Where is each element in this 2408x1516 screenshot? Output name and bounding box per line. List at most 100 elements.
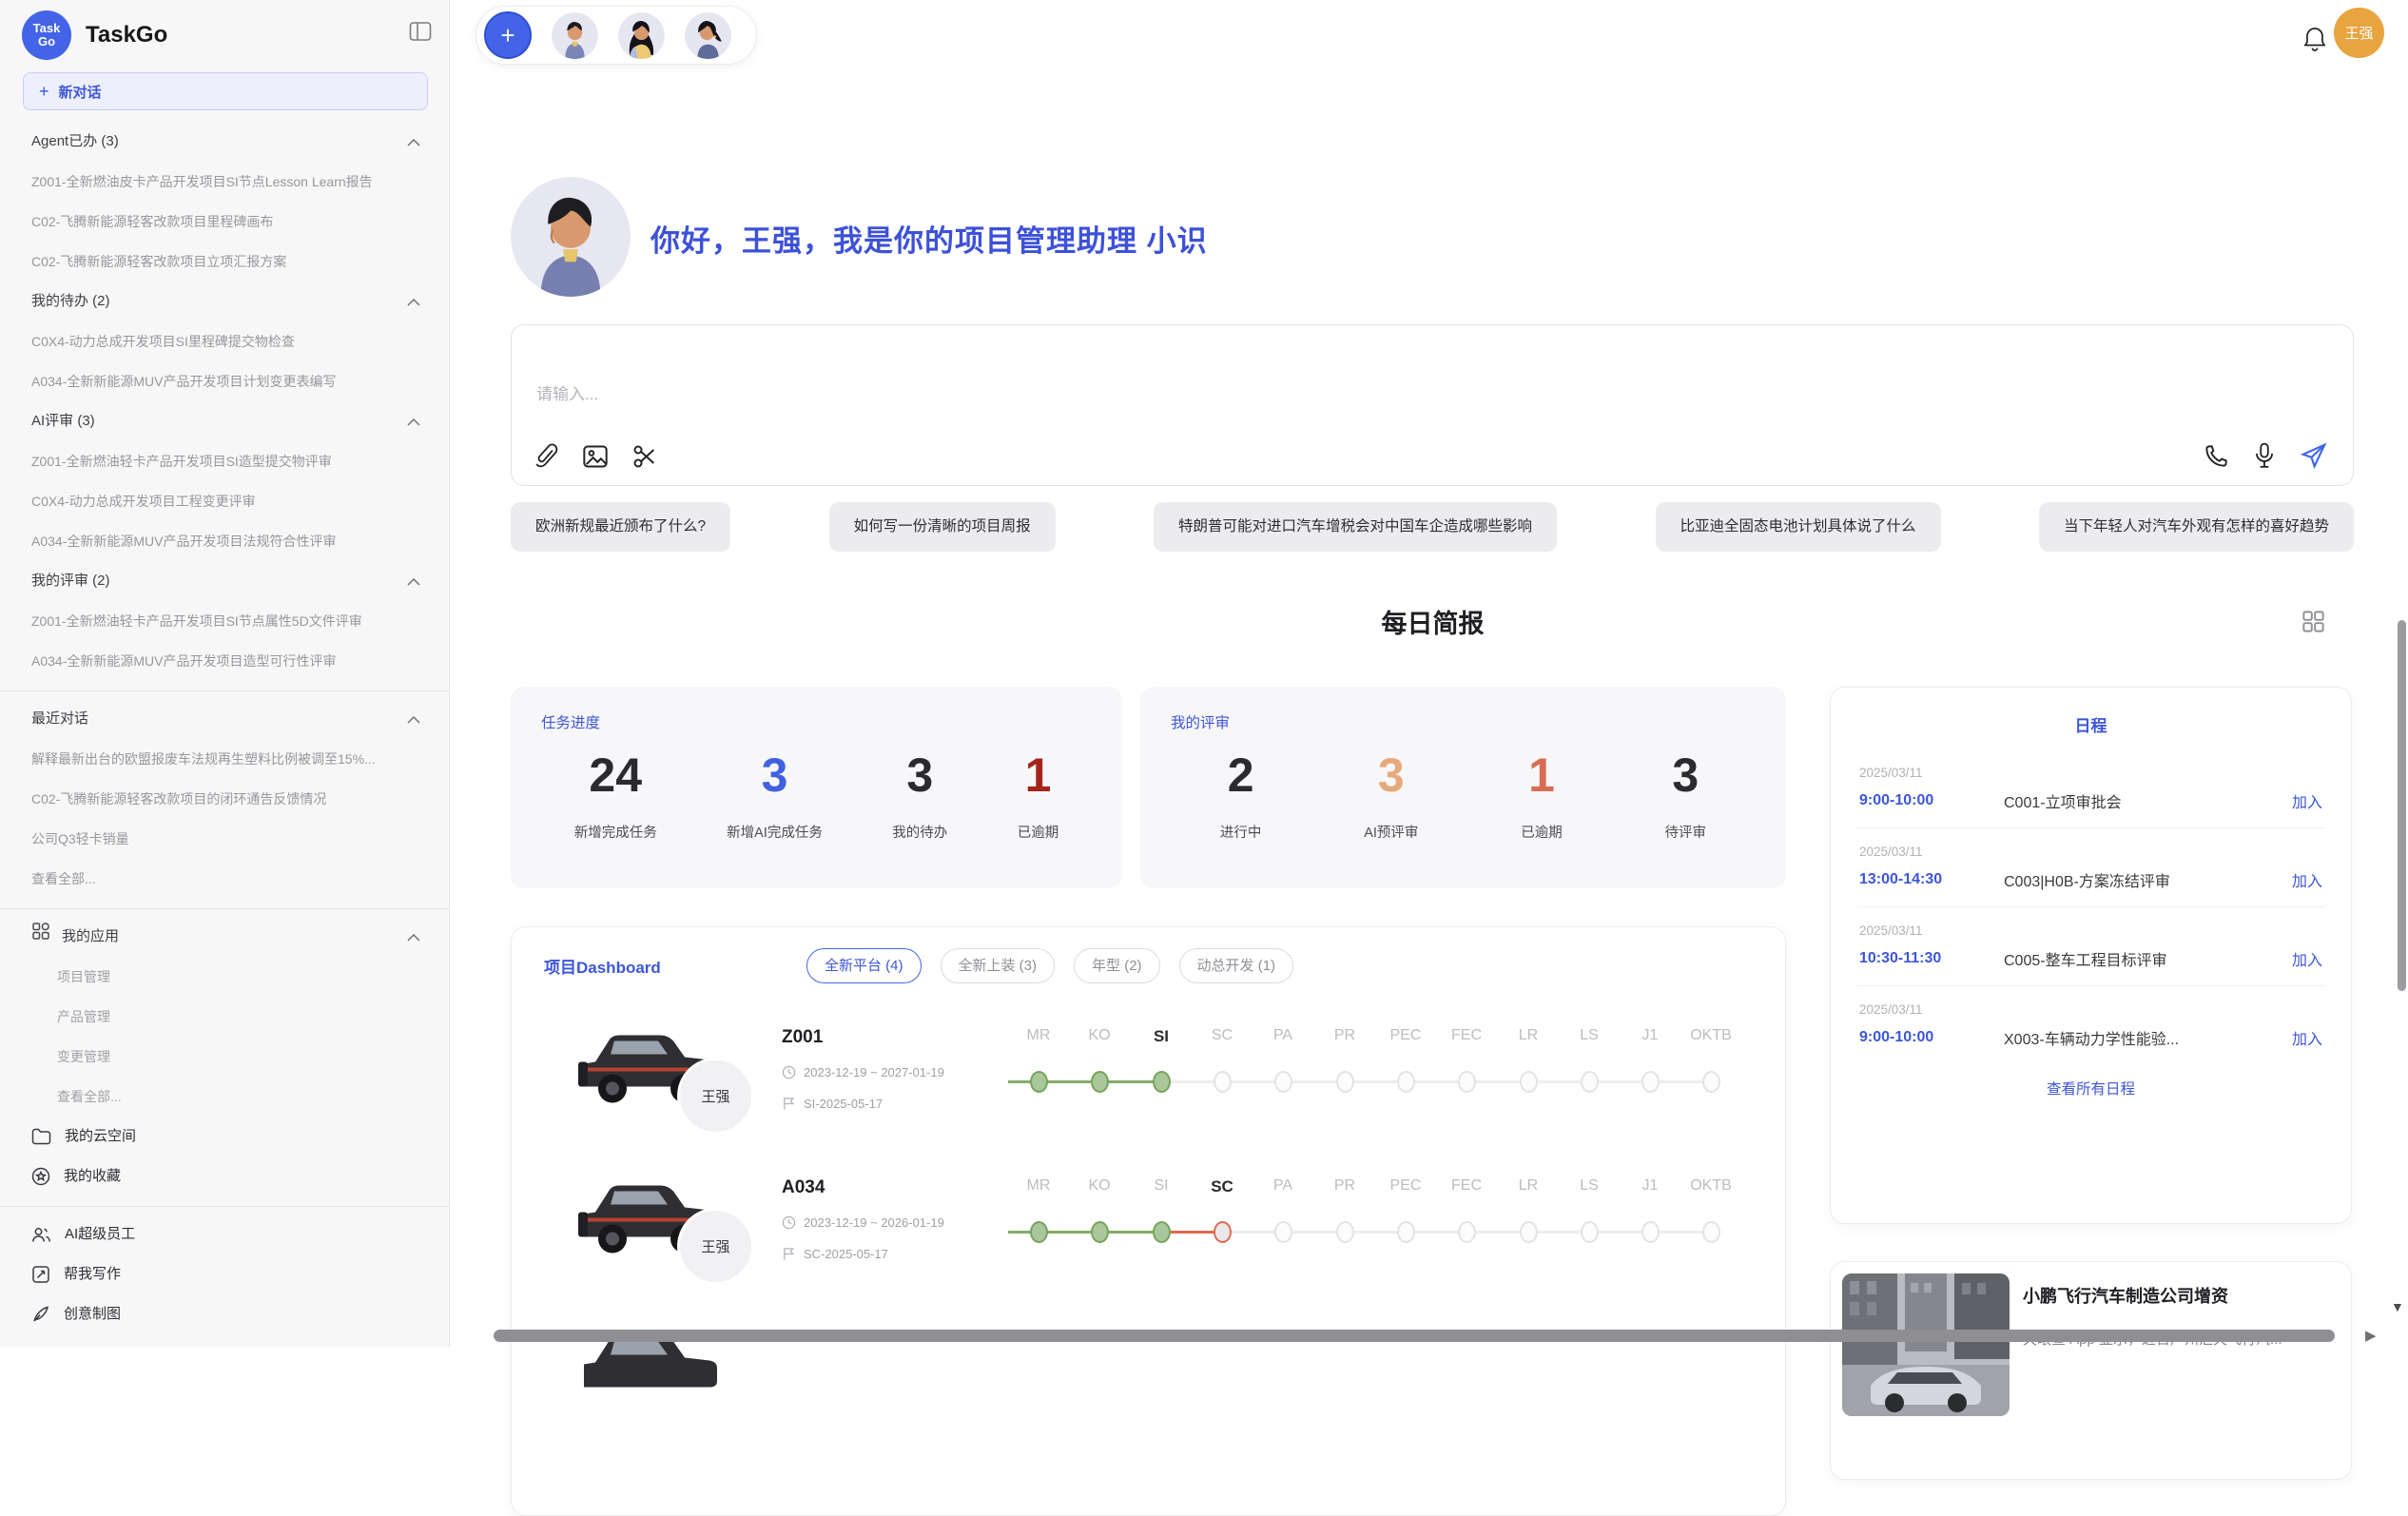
suggestion-chip[interactable]: 当下年轻人对汽车外观有怎样的喜好趋势	[2039, 502, 2354, 552]
filter-chip-powertrain[interactable]: 动总开发 (1)	[1179, 948, 1294, 983]
stat-new-done: 24 新增完成任务	[574, 751, 657, 842]
new-chat-button[interactable]: + 新对话	[23, 72, 428, 110]
sidebar-item-cloud-space[interactable]: 我的云空间	[0, 1117, 449, 1156]
news-card[interactable]: 小鹏飞行汽车制造公司增资 天眼查 App 显示，近日广州汇天飞行汽...	[1830, 1261, 2352, 1480]
suggestion-chip[interactable]: 比亚迪全固态电池计划具体说了什么	[1656, 502, 1941, 552]
recent-view-all[interactable]: 查看全部...	[0, 859, 449, 899]
apps-view-all[interactable]: 查看全部...	[0, 1077, 449, 1117]
filter-chip-new-platform[interactable]: 全新平台 (4)	[806, 948, 922, 983]
section-header-ai-review[interactable]: AI评审 (3)	[0, 401, 449, 441]
section-title: 我的应用	[62, 917, 119, 957]
sidebar-item-favorites[interactable]: 我的收藏	[0, 1156, 449, 1196]
schedule-time: 13:00-14:30	[1859, 871, 2004, 888]
sidebar-item[interactable]: C02-飞腾新能源轻客改款项目里程碑画布	[0, 202, 449, 242]
project-owner-avatar: 王强	[677, 1208, 754, 1285]
card-title: 任务进度	[541, 711, 600, 732]
view-all-schedule-link[interactable]: 查看所有日程	[1831, 1078, 2351, 1098]
app-item-product-mgmt[interactable]: 产品管理	[0, 997, 449, 1037]
schedule-name: C003|H0B-方案冻结评审	[2004, 868, 2292, 891]
section-header-agent-done[interactable]: Agent已办 (3)	[0, 122, 449, 162]
owner-name: 王强	[701, 1236, 729, 1256]
recent-chat-item[interactable]: 公司Q3轻卡销量	[0, 819, 449, 859]
stat-value: 3	[1378, 751, 1405, 799]
sidebar-item[interactable]: Z001-全新燃油轻卡产品开发项目SI节点属性5D文件评审	[0, 601, 449, 641]
sidebar-item-help-me-write[interactable]: 帮我写作	[0, 1254, 449, 1294]
suggestion-chip[interactable]: 欧洲新规最近颁布了什么?	[511, 502, 730, 552]
milestone-node-current-overdue	[1214, 1221, 1232, 1243]
horizontal-scrollbar[interactable]	[494, 1330, 2335, 1342]
stat-in-progress: 2 进行中	[1220, 751, 1262, 842]
join-link[interactable]: 加入	[2292, 789, 2322, 812]
schedule-item: 2025/03/11 9:00-10:00 C001-立项审批会 加入	[1857, 749, 2324, 828]
join-link[interactable]: 加入	[2292, 947, 2322, 970]
chevron-up-icon	[407, 577, 420, 586]
filter-chip-year-model[interactable]: 年型 (2)	[1074, 948, 1160, 983]
schedule-name: C001-立项审批会	[2004, 789, 2292, 812]
section-title: 我的评审 (2)	[31, 561, 110, 601]
milestone-label: OKTB	[1673, 1177, 1749, 1195]
image-icon[interactable]	[582, 443, 609, 470]
quill-icon	[31, 1305, 50, 1324]
join-link[interactable]: 加入	[2292, 1026, 2322, 1049]
user-name: 王强	[2344, 23, 2373, 43]
agent-avatar-1[interactable]	[552, 12, 598, 59]
schedule-date: 2025/03/11	[1859, 845, 2322, 859]
user-avatar[interactable]: 王强	[2334, 8, 2384, 58]
chevron-up-icon	[407, 715, 420, 724]
stat-new-ai-done: 3 新增AI完成任务	[727, 751, 823, 842]
stat-my-todo: 3 我的待办	[892, 751, 947, 842]
sidebar-item[interactable]: C0X4-动力总成开发项目工程变更评审	[0, 481, 449, 521]
sidebar-item[interactable]: A034-全新新能源MUV产品开发项目计划变更表编写	[0, 361, 449, 401]
suggestion-chip[interactable]: 特朗普可能对进口汽车增税会对中国车企造成哪些影响	[1154, 502, 1557, 552]
section-header-my-review[interactable]: 我的评审 (2)	[0, 561, 449, 601]
suggestion-chip[interactable]: 如何写一份清晰的项目周报	[829, 502, 1056, 552]
vertical-scrollbar[interactable]	[2398, 620, 2406, 991]
scroll-down-arrow[interactable]: ▼	[2391, 1299, 2404, 1314]
section-header-recent-chats[interactable]: 最近对话	[0, 699, 449, 739]
milestone-node-done	[1153, 1221, 1171, 1243]
sidebar-item-creative-drawing[interactable]: 创意制图	[0, 1294, 449, 1334]
stat-label: 待评审	[1665, 822, 1707, 842]
app-item-change-mgmt[interactable]: 变更管理	[0, 1037, 449, 1077]
project-row[interactable]: 王强 Z001 2023-12-19 ~ 2027-01-19 SI-2025-…	[512, 999, 1786, 1149]
microphone-icon[interactable]	[2252, 442, 2277, 469]
agent-avatar-2[interactable]	[618, 12, 665, 59]
milestone-node	[1702, 1221, 1720, 1243]
join-link[interactable]: 加入	[2292, 868, 2322, 891]
sidebar-item-ai-super-staff[interactable]: AI超级员工	[0, 1215, 449, 1254]
phone-icon[interactable]	[2204, 443, 2229, 469]
sidebar-item[interactable]: Z001-全新燃油轻卡产品开发项目SI造型提交物评审	[0, 441, 449, 481]
milestone-node	[1274, 1071, 1292, 1093]
my-review-card: 我的评审 2 进行中 3 AI预评审 1 已逾期	[1140, 687, 1786, 888]
layout-grid-icon[interactable]	[2301, 609, 2326, 639]
creative-drawing-label: 创意制图	[64, 1294, 121, 1334]
attachment-icon[interactable]	[534, 443, 559, 470]
sidebar-item[interactable]: A034-全新新能源MUV产品开发项目造型可行性评审	[0, 641, 449, 681]
schedule-time: 9:00-10:00	[1859, 792, 2004, 809]
agent-avatar-3[interactable]	[685, 12, 731, 59]
sidebar-item[interactable]: C02-飞腾新能源轻客改款项目立项汇报方案	[0, 242, 449, 282]
add-agent-button[interactable]: +	[484, 11, 532, 59]
scissors-icon[interactable]	[631, 443, 658, 470]
schedule-title: 日程	[1831, 712, 2351, 736]
stat-cards: 任务进度 24 新增完成任务 3 新增AI完成任务 3 我的待办	[511, 687, 1786, 888]
milestone-node	[1336, 1221, 1354, 1243]
sidebar-item[interactable]: A034-全新新能源MUV产品开发项目法规符合性评审	[0, 521, 449, 561]
sidebar-item[interactable]: Z001-全新燃油皮卡产品开发项目SI节点Lesson Learn报告	[0, 162, 449, 202]
milestone-node	[1581, 1071, 1599, 1093]
milestone-track: MR KO SI SC PA PR PEC FEC LR LS J1 OKTB	[1008, 1149, 1745, 1299]
recent-chat-item[interactable]: C02-飞腾新能源轻客改款项目的闭环通告反馈情况	[0, 779, 449, 819]
project-row[interactable]: 王强 A034 2023-12-19 ~ 2026-01-19 SC-2025-…	[512, 1149, 1786, 1299]
sidebar-item[interactable]: C0X4-动力总成开发项目SI里程碑提交物检查	[0, 321, 449, 361]
send-icon[interactable]	[2300, 441, 2328, 470]
section-header-my-todo[interactable]: 我的待办 (2)	[0, 282, 449, 321]
filter-chip-new-body[interactable]: 全新上装 (3)	[941, 948, 1056, 983]
notifications-bell-icon[interactable]	[2302, 26, 2327, 57]
scroll-right-arrow[interactable]: ▶	[2365, 1327, 2377, 1344]
chat-input-box[interactable]: 请输入...	[511, 324, 2354, 486]
app-item-project-mgmt[interactable]: 项目管理	[0, 957, 449, 997]
section-header-my-apps[interactable]: 我的应用	[0, 917, 449, 957]
recent-chat-item[interactable]: 解释最新出台的欧盟报废车法规再生塑料比例被调至15%...	[0, 739, 449, 779]
flag-icon	[782, 1097, 796, 1111]
sidebar-collapse-icon[interactable]	[409, 21, 432, 47]
